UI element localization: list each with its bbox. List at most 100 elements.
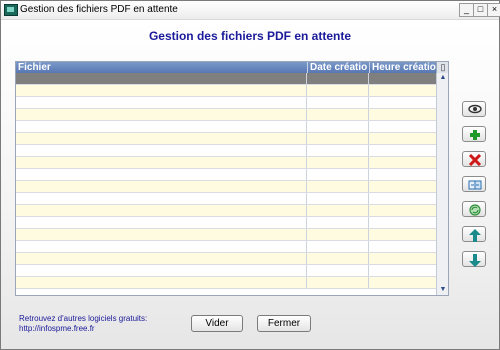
- table-row[interactable]: [16, 205, 436, 217]
- table-cell[interactable]: [368, 205, 437, 216]
- table-cell[interactable]: [368, 121, 437, 132]
- table-cell[interactable]: [16, 241, 306, 252]
- table-cell[interactable]: [16, 85, 306, 96]
- recycle-button[interactable]: [462, 201, 486, 217]
- table-cell[interactable]: [306, 265, 369, 276]
- table-cell[interactable]: [368, 217, 437, 228]
- vertical-scrollbar[interactable]: ▲ ▼: [436, 73, 448, 295]
- move-down-button[interactable]: [462, 251, 486, 267]
- column-header-heure[interactable]: Heure création: [369, 62, 438, 73]
- table-row[interactable]: [16, 145, 436, 157]
- app-window: Gestion des fichiers PDF en attente _ □ …: [0, 0, 500, 350]
- table-cell[interactable]: [368, 145, 437, 156]
- recycle-icon: [469, 204, 481, 216]
- table-cell[interactable]: [368, 181, 437, 192]
- convert-button[interactable]: [462, 176, 486, 192]
- table-cell[interactable]: [368, 193, 437, 204]
- table-cell[interactable]: [306, 157, 369, 168]
- table-cell[interactable]: [306, 73, 369, 84]
- client-area: Gestion des fichiers PDF en attente Fich…: [1, 20, 499, 349]
- table-cell[interactable]: [16, 121, 306, 132]
- table-cell[interactable]: [368, 241, 437, 252]
- table-cell[interactable]: [16, 277, 306, 288]
- table-row[interactable]: [16, 217, 436, 229]
- table-row[interactable]: [16, 97, 436, 109]
- table-cell[interactable]: [306, 133, 369, 144]
- table-cell[interactable]: [16, 193, 306, 204]
- delete-button[interactable]: [462, 151, 486, 167]
- table-cell[interactable]: [16, 217, 306, 228]
- table-cell[interactable]: [368, 253, 437, 264]
- app-icon: [4, 4, 18, 16]
- move-up-button[interactable]: [462, 226, 486, 242]
- minimize-button[interactable]: _: [459, 3, 474, 17]
- table-row[interactable]: [16, 133, 436, 145]
- table-cell[interactable]: [306, 229, 369, 240]
- convert-icon: [468, 180, 482, 190]
- table-cell[interactable]: [306, 85, 369, 96]
- scroll-down-icon[interactable]: ▼: [437, 285, 448, 295]
- table-cell[interactable]: [16, 181, 306, 192]
- table-cell[interactable]: [16, 109, 306, 120]
- add-button[interactable]: [462, 126, 486, 142]
- table-cell[interactable]: [306, 109, 369, 120]
- table-cell[interactable]: [16, 157, 306, 168]
- table-cell[interactable]: [368, 109, 437, 120]
- table-row[interactable]: [16, 181, 436, 193]
- vider-button[interactable]: Vider: [191, 315, 243, 332]
- table-cell[interactable]: [16, 133, 306, 144]
- footer-link[interactable]: Retrouvez d'autres logiciels gratuits: h…: [19, 314, 147, 334]
- table-cell[interactable]: [306, 121, 369, 132]
- table-row[interactable]: [16, 169, 436, 181]
- table-cell[interactable]: [306, 241, 369, 252]
- table-cell[interactable]: [306, 169, 369, 180]
- table-cell[interactable]: [368, 73, 437, 84]
- column-header-date[interactable]: Date création: [307, 62, 367, 73]
- table-row[interactable]: [16, 121, 436, 133]
- footer-url[interactable]: http://infospme.free.fr: [19, 324, 147, 334]
- table-row[interactable]: [16, 277, 436, 289]
- table-row[interactable]: [16, 265, 436, 277]
- table-cell[interactable]: [368, 133, 437, 144]
- grid-corner-icon[interactable]: ▯: [436, 62, 448, 73]
- table-cell[interactable]: [368, 277, 437, 288]
- table-row[interactable]: [16, 229, 436, 241]
- table-cell[interactable]: [16, 73, 306, 84]
- table-cell[interactable]: [368, 169, 437, 180]
- table-cell[interactable]: [306, 277, 369, 288]
- table-cell[interactable]: [306, 193, 369, 204]
- table-cell[interactable]: [16, 145, 306, 156]
- table-cell[interactable]: [16, 97, 306, 108]
- fermer-button[interactable]: Fermer: [257, 315, 311, 332]
- table-cell[interactable]: [16, 253, 306, 264]
- scroll-up-icon[interactable]: ▲: [437, 73, 448, 83]
- table-row[interactable]: [16, 253, 436, 265]
- table-cell[interactable]: [306, 97, 369, 108]
- table-cell[interactable]: [306, 217, 369, 228]
- table-cell[interactable]: [306, 253, 369, 264]
- table-cell[interactable]: [306, 145, 369, 156]
- table-cell[interactable]: [16, 205, 306, 216]
- title-bar[interactable]: Gestion des fichiers PDF en attente _ □ …: [1, 1, 500, 20]
- table-cell[interactable]: [368, 157, 437, 168]
- files-table[interactable]: Fichier Date création Heure création ▯ ▲…: [15, 61, 449, 296]
- table-cell[interactable]: [16, 169, 306, 180]
- table-cell[interactable]: [368, 97, 437, 108]
- table-cell[interactable]: [368, 265, 437, 276]
- column-header-fichier[interactable]: Fichier: [16, 62, 306, 73]
- table-row[interactable]: [16, 193, 436, 205]
- maximize-button[interactable]: □: [473, 3, 488, 17]
- table-cell[interactable]: [306, 205, 369, 216]
- table-row[interactable]: [16, 73, 436, 85]
- table-row[interactable]: [16, 85, 436, 97]
- table-cell[interactable]: [306, 181, 369, 192]
- table-row[interactable]: [16, 157, 436, 169]
- close-button[interactable]: ×: [487, 3, 500, 17]
- table-cell[interactable]: [16, 229, 306, 240]
- table-cell[interactable]: [16, 265, 306, 276]
- table-row[interactable]: [16, 241, 436, 253]
- table-cell[interactable]: [368, 85, 437, 96]
- table-row[interactable]: [16, 109, 436, 121]
- table-cell[interactable]: [368, 229, 437, 240]
- view-button[interactable]: [462, 101, 486, 117]
